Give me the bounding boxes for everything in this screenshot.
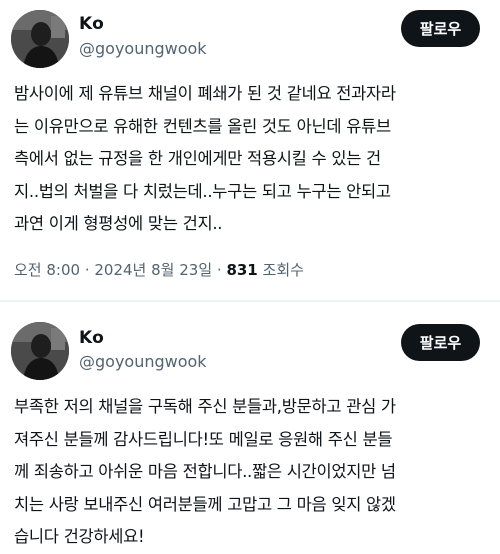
meta-separator: · xyxy=(80,261,95,279)
post: Ko @goyoungwook 팔로우 밤사이에 제 유튜브 채널이 폐쇄가 된… xyxy=(0,0,500,300)
post-meta: 오전 8:00 · 2024년 8월 23일 · 831 조회수 xyxy=(14,259,304,280)
post-text-line: 께 죄송하고 아쉬운 마음 전합니다..짧은 시간이었지만 넘 xyxy=(14,462,396,481)
post-date[interactable]: 2024년 8월 23일 xyxy=(94,261,212,279)
post-text-line: 밤사이에 제 유튜브 채널이 폐쇄가 된 것 같네요 전과자라 xyxy=(14,84,396,103)
profile-photo-icon xyxy=(11,322,69,380)
profile-photo-icon xyxy=(11,10,69,68)
avatar[interactable] xyxy=(11,10,69,68)
user-handle[interactable]: @goyoungwook xyxy=(79,352,207,371)
post-text-line: 는 이유만으로 유해한 컨텐츠를 올린 것도 아닌데 유튜브 xyxy=(14,116,391,136)
post-text: 밤사이에 제 유튜브 채널이 폐쇄가 된 것 같네요 전과자라 는 이유만으로 … xyxy=(14,78,492,241)
post-text-line: 측에서 없는 규정을 한 개인에게만 적용시킬 수 있는 건 xyxy=(14,149,381,168)
post-text-line: 습니다 건강하세요! xyxy=(14,527,145,546)
post-text-line: 치는 사랑 보내주신 여러분들께 고맙고 그 마음 잊지 않겠 xyxy=(14,494,396,514)
views-label: 조회수 xyxy=(262,261,304,279)
post-text-line: 과연 이게 형평성에 맞는 건지.. xyxy=(14,214,223,233)
avatar[interactable] xyxy=(11,322,69,380)
post-text-line: 지..법의 처벌을 다 치렀는데..누구는 되고 누구는 안되고 xyxy=(14,181,391,201)
post-text: 부족한 저의 채널을 구독해 주신 분들과,방문하고 관심 가 져주신 분들께 … xyxy=(14,391,492,554)
user-name[interactable]: Ko xyxy=(79,328,104,348)
follow-button[interactable]: 팔로우 xyxy=(401,324,480,361)
post-time[interactable]: 오전 8:00 xyxy=(14,261,80,279)
post-text-line: 져주신 분들께 감사드립니다!또 메일로 응원해 주신 분들 xyxy=(14,429,393,449)
meta-separator: · xyxy=(212,261,227,279)
post: Ko @goyoungwook 팔로우 부족한 저의 채널을 구독해 주신 분들… xyxy=(0,302,500,553)
views-count: 831 xyxy=(226,261,258,279)
user-name[interactable]: Ko xyxy=(79,14,104,34)
post-text-line: 부족한 저의 채널을 구독해 주신 분들과,방문하고 관심 가 xyxy=(14,397,396,416)
follow-button[interactable]: 팔로우 xyxy=(401,10,480,47)
user-handle[interactable]: @goyoungwook xyxy=(79,39,207,58)
